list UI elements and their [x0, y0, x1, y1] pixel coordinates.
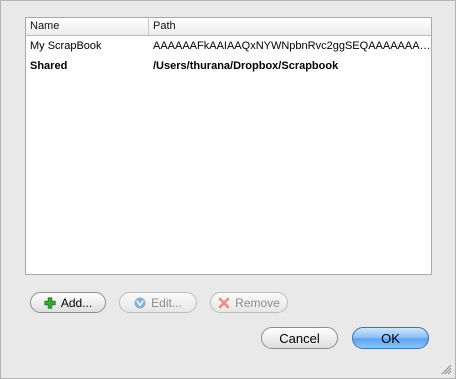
ok-button-label: OK	[381, 330, 400, 346]
add-button[interactable]: Add...	[30, 292, 106, 313]
plus-icon	[44, 296, 56, 309]
row-path-cell: /Users/thurana/Dropbox/Scrapbook	[153, 60, 339, 72]
cancel-button-label: Cancel	[279, 330, 320, 346]
column-header-name[interactable]: Name	[26, 18, 149, 35]
table-row[interactable]: My ScrapBook AAAAAAFkAAIAAQxNYWNpbnRvc2g…	[26, 36, 431, 56]
edit-button-label: Edit...	[151, 295, 182, 310]
add-button-label: Add...	[60, 295, 93, 310]
table-header: Name Path	[26, 18, 431, 36]
cancel-button[interactable]: Cancel	[261, 327, 338, 349]
remove-x-icon	[218, 297, 230, 308]
remove-button[interactable]: Remove	[210, 292, 288, 313]
scrapbook-locations-dialog: Name Path My ScrapBook AAAAAAFkAAIAAQxNY…	[0, 0, 456, 379]
column-header-path[interactable]: Path	[149, 18, 431, 35]
resize-grip-icon[interactable]	[441, 364, 452, 375]
row-name-cell: Shared	[30, 60, 68, 72]
table-row[interactable]: Shared /Users/thurana/Dropbox/Scrapbook	[26, 56, 431, 76]
ok-button[interactable]: OK	[352, 327, 429, 349]
edit-icon	[134, 297, 146, 308]
scrapbook-table: Name Path My ScrapBook AAAAAAFkAAIAAQxNY…	[25, 17, 432, 275]
row-path-cell: AAAAAAFkAAIAAQxNYWNpbnRvc2ggSEQAAAAAAAAA…	[153, 40, 431, 52]
remove-button-label: Remove	[235, 295, 280, 310]
edit-button[interactable]: Edit...	[119, 292, 197, 313]
row-name-cell: My ScrapBook	[30, 40, 102, 52]
